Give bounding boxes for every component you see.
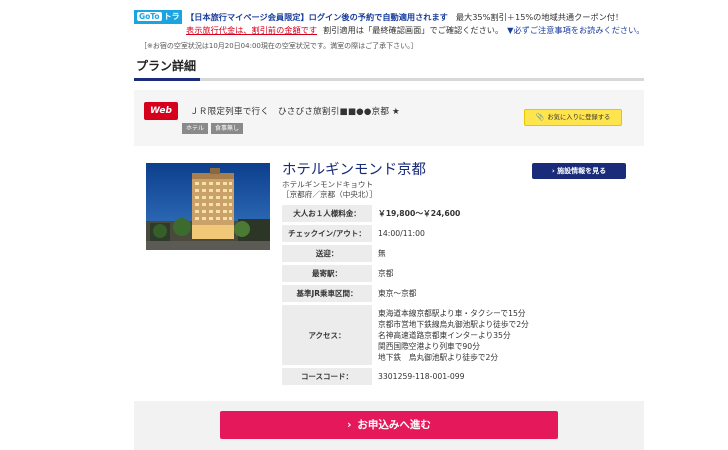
info-row-access: アクセス： 東海道本線京都駅より車・タクシーで15分 京都市営地下鉄線烏丸御池駅… [282,305,627,365]
goto-travel-logo: GoTo トラベル [134,10,182,35]
apply-button[interactable]: › お申込みへ進む [220,411,558,439]
info-value: 14:00/11:00 [378,229,425,238]
paperclip-icon: 📎 [535,113,545,121]
info-value: 3301259-118-001-099 [378,372,465,381]
info-row-station: 最寄駅： 京都 [282,265,627,282]
caution-link[interactable]: ▼必ずご注意事項をお読みください。 [507,25,644,35]
apply-area: › お申込みへ進む [134,401,644,450]
access-line: 地下鉄 烏丸御池駅より徒歩で2分 [378,352,499,362]
info-label: 送迎： [282,245,372,262]
info-row-course-code: コースコード： 3301259-118-001-099 [282,368,627,385]
info-row-shuttle: 送迎： 無 [282,245,627,262]
section-divider [134,78,644,81]
info-row-price: 大人お１人様料金： ￥19,800〜￥24,600 [282,205,627,222]
access-line: 関西国際空港より列車で90分 [378,341,480,351]
hotel-name[interactable]: ホテルギンモンド京都 [282,158,426,179]
vacancy-note: ［※お宿の空室状況は10月20日04:00現在の空室状況です。満室の際はご了承下… [140,42,418,50]
tag-hotel: ホテル [182,123,209,134]
member-highlight: 【日本旅行マイページ会員限定】ログイン後の予約で自動適用されます [186,12,448,22]
plan-name: ＪＲ限定列車で行く ひさびさ旅割引■■●●京都 ★ [190,107,400,117]
plan-tags: ホテル 食事無し [182,123,244,134]
info-label: 基準JR乗車区間： [282,285,372,302]
access-line: 京都市営地下鉄線烏丸御池駅より徒歩で2分 [378,319,529,329]
info-label: チェックイン/アウト： [282,225,372,242]
info-value: 京都 [378,269,394,278]
chevron-right-icon: › [551,167,555,175]
section-title: プラン詳細 [136,59,197,73]
info-value: ￥19,800〜￥24,600 [378,209,461,218]
info-value: 東京〜京都 [378,289,417,298]
info-label: アクセス： [282,305,372,365]
confirm-note: 割引適用は「最終確認画面」でご確認ください。 [323,25,504,35]
notice-line-price: 表示旅行代金は、割引前の金額です 割引適用は「最終確認画面」でご確認ください。 ▼必… [186,24,644,36]
section-divider-accent [134,78,200,81]
access-line: 名神高速道路京都東インターより35分 [378,330,511,340]
web-badge: Web [144,102,178,120]
access-line: 東海道本線京都駅より車・タクシーで15分 [378,308,526,318]
discount-text: 最大35%割引＋15%の地域共通クーポン付！ [455,12,624,22]
info-label: 最寄駅： [282,265,372,282]
price-note: 表示旅行代金は、割引前の金額です [186,25,318,35]
info-value: 東海道本線京都駅より車・タクシーで15分 京都市営地下鉄線烏丸御池駅より徒歩で2… [372,305,627,365]
info-row-jr-section: 基準JR乗車区間： 東京〜京都 [282,285,627,302]
hotel-area: ［京都府／京都（中央北）］ [282,190,377,199]
info-value: 無 [378,249,386,258]
info-label: コースコード： [282,368,372,385]
goto-notice: GoTo トラベル 【日本旅行マイページ会員限定】ログイン後の予約で自動適用されま… [134,9,654,35]
facility-info-button[interactable]: › 施設情報を見る [532,163,626,179]
plan-summary: Web ＪＲ限定列車で行く ひさびさ旅割引■■●●京都 ★ ホテル 食事無し 📎… [134,90,644,146]
info-label: 大人お１人様料金： [282,205,372,222]
add-favorite-button[interactable]: 📎 お気に入りに登録する [524,109,622,126]
tag-no-meal: 食事無し [211,123,244,134]
info-row-checkin: チェックイン/アウト： 14:00/11:00 [282,225,627,242]
hotel-photo [146,163,270,250]
notice-line-member: 【日本旅行マイページ会員限定】ログイン後の予約で自動適用されます 最大35%割引＋… [186,11,623,23]
plan-info-table: 大人お１人様料金： ￥19,800〜￥24,600 チェックイン/アウト： 14… [282,205,627,388]
chevron-right-icon: › [347,419,352,431]
